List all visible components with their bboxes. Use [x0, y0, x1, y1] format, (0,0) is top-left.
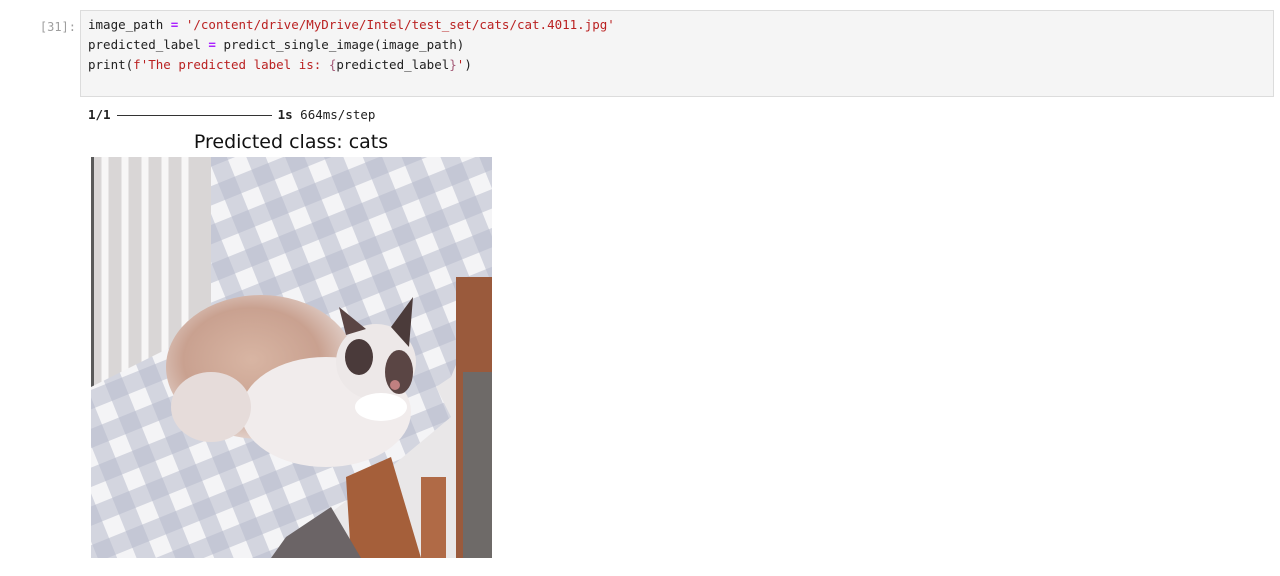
code-line-3: print(f'The predicted label is: {predict… [88, 57, 472, 72]
path-string: '/content/drive/MyDrive/Intel/test_set/c… [185, 17, 615, 32]
fstring-prefix: f'The predicted label is: [133, 57, 329, 72]
code-line-1: image_path = '/content/drive/MyDrive/Int… [88, 17, 615, 32]
paren-close: ) [464, 57, 472, 72]
interp-var: predicted_label [336, 57, 450, 72]
code-cell-editor[interactable]: image_path = '/content/drive/MyDrive/Int… [80, 10, 1274, 97]
assign-op: = [200, 37, 224, 52]
figure-title: Predicted class: cats [193, 131, 389, 153]
code-text: image_path = '/content/drive/MyDrive/Int… [88, 15, 615, 75]
var-predicted-label: predicted_label [88, 37, 201, 52]
progress-rate: 664ms/step [300, 107, 376, 122]
progress-time: 1s [277, 107, 293, 122]
progress-bar [116, 115, 272, 116]
print-fn: print [88, 57, 126, 72]
interp-close: } [449, 57, 457, 72]
code-line-2: predicted_label = predict_single_image(i… [88, 37, 464, 52]
cat-image [91, 157, 492, 558]
cat-photo-illustration [91, 157, 492, 558]
assign-op: = [163, 17, 186, 32]
predict-call: predict_single_image(image_path) [223, 37, 465, 52]
var-image-path: image_path [88, 17, 164, 32]
progress-step: 1/1 [88, 107, 111, 122]
cell-prompt: [31]: [39, 20, 76, 34]
progress-output: 1/1 1s 664ms/step [88, 105, 375, 125]
